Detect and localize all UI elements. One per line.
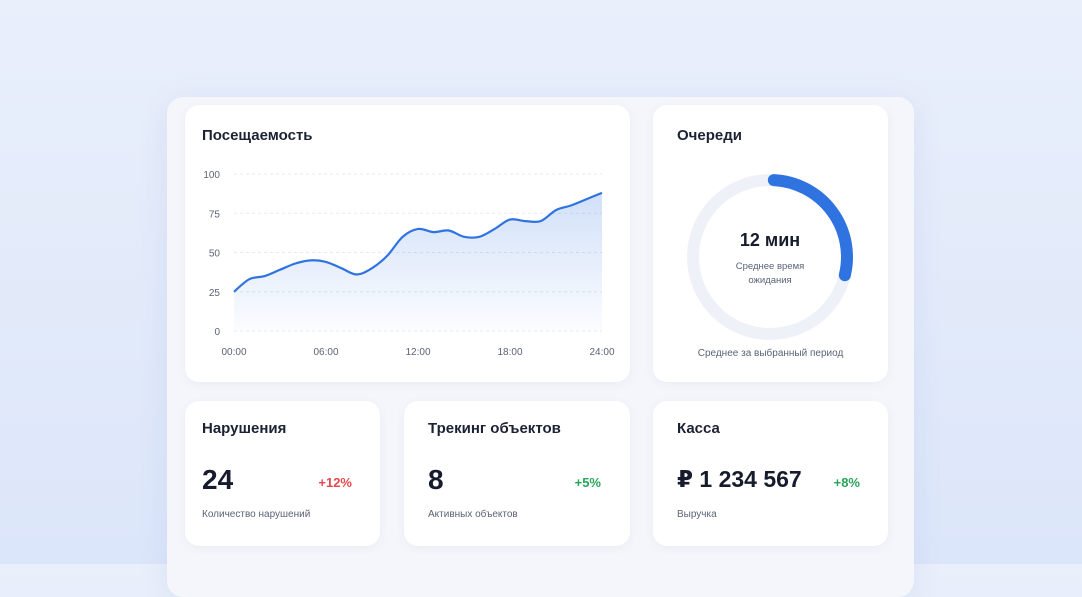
violations-delta: +12% <box>318 475 352 490</box>
queues-value: 12 мин <box>710 230 830 251</box>
y-tick-label: 25 <box>209 288 221 299</box>
y-tick-label: 75 <box>209 209 221 220</box>
cash-value: ₽ 1 234 567 <box>677 466 802 493</box>
queues-card: Очереди 12 мин Среднее время ожидания Ср… <box>653 105 888 382</box>
tracking-card: Трекинг объектов 8 +5% Активных объектов <box>404 401 630 546</box>
x-tick-label: 06:00 <box>313 347 338 358</box>
x-tick-label: 24:00 <box>589 347 614 358</box>
tracking-caption: Активных объектов <box>428 509 518 520</box>
violations-caption: Количество нарушений <box>202 509 310 520</box>
cash-delta: +8% <box>834 475 860 490</box>
violations-value: 24 <box>202 464 233 496</box>
tracking-value: 8 <box>428 464 444 496</box>
visits-card: Посещаемость 025507510000:0006:0012:0018… <box>185 105 630 382</box>
y-tick-label: 50 <box>209 249 221 260</box>
visits-chart: 0 25 50 75 100 00:00 06:00 12:00 18:00 24:00 <box>185 105 630 382</box>
queues-footer: Среднее за выбранный период <box>653 348 888 359</box>
x-tick-label: 12:00 <box>405 347 430 358</box>
x-tick-label: 18:00 <box>497 347 522 358</box>
violations-title: Нарушения <box>202 420 286 437</box>
queues-caption: Среднее время ожидания <box>715 260 825 288</box>
y-tick-label: 100 <box>203 170 220 181</box>
tracking-title: Трекинг объектов <box>428 420 561 437</box>
cash-title: Касса <box>677 420 720 437</box>
x-tick-label: 00:00 <box>221 347 246 358</box>
tracking-delta: +5% <box>575 475 601 490</box>
cash-caption: Выручка <box>677 509 717 520</box>
violations-card: Нарушения 24 +12% Количество нарушений <box>185 401 380 546</box>
y-tick-label: 0 <box>214 327 220 338</box>
cash-card: Касса ₽ 1 234 567 +8% Выручка <box>653 401 888 546</box>
